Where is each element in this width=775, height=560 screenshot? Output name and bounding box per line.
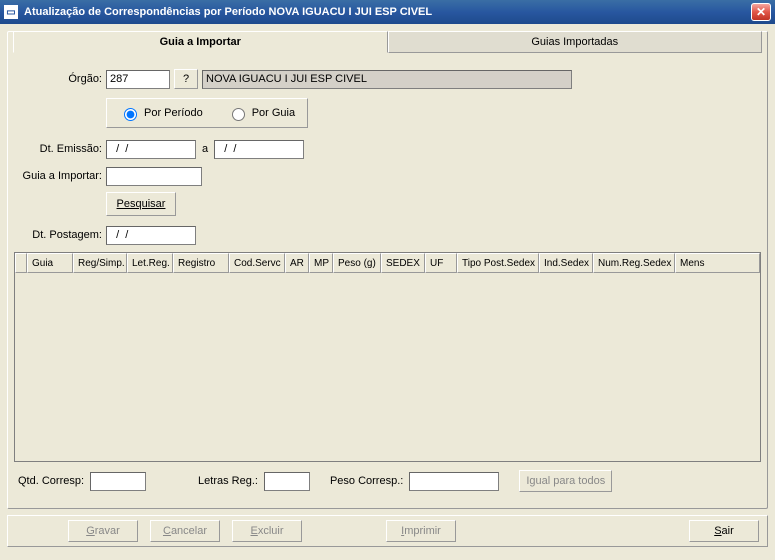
- radio-por-periodo[interactable]: Por Período: [119, 105, 203, 121]
- row-dt-emissao: Dt. Emissão: a: [14, 138, 761, 160]
- row-radio: Por Período Por Guia: [14, 98, 761, 128]
- radio-por-guia[interactable]: Por Guia: [227, 105, 295, 121]
- col-uf[interactable]: UF: [425, 253, 457, 273]
- col-tipo-post-sedex[interactable]: Tipo Post.Sedex: [457, 253, 539, 273]
- col-sedex[interactable]: SEDEX: [381, 253, 425, 273]
- orgao-input[interactable]: [106, 70, 170, 89]
- tab-label: Guias Importadas: [531, 36, 618, 48]
- btn-rest: ancelar: [171, 525, 207, 537]
- orgao-label: Órgão:: [14, 73, 106, 85]
- col-ind-sedex[interactable]: Ind.Sedex: [539, 253, 593, 273]
- cancelar-button: Cancelar: [150, 520, 220, 542]
- grid-row-selector[interactable]: [15, 253, 27, 273]
- tab-guia-importar[interactable]: Guia a Importar: [13, 31, 388, 53]
- peso-corresp-label: Peso Corresp.:: [330, 475, 403, 487]
- col-registro[interactable]: Registro: [173, 253, 229, 273]
- excluir-button: Excluir: [232, 520, 302, 542]
- col-reg-simp[interactable]: Reg/Simp.: [73, 253, 127, 273]
- col-mp[interactable]: MP: [309, 253, 333, 273]
- summary-row: Qtd. Corresp: Letras Reg.: Peso Corresp.…: [14, 470, 761, 492]
- radio-periodo-input[interactable]: [124, 108, 137, 121]
- titlebar: ▭ Atualização de Correspondências por Pe…: [0, 0, 775, 24]
- dt-emissao-label: Dt. Emissão:: [14, 143, 106, 155]
- close-button[interactable]: ✕: [751, 3, 771, 21]
- btn-rest: air: [722, 525, 734, 537]
- row-guia-importar: Guia a Importar:: [14, 165, 761, 187]
- tab-guias-importadas[interactable]: Guias Importadas: [388, 31, 763, 53]
- guia-importar-label: Guia a Importar:: [14, 170, 106, 182]
- dt-emissao-to-input[interactable]: [214, 140, 304, 159]
- qtd-corresp-input[interactable]: [90, 472, 146, 491]
- data-grid[interactable]: Guia Reg/Simp. Let.Reg. Registro Cod.Ser…: [14, 252, 761, 462]
- dt-emissao-from-input[interactable]: [106, 140, 196, 159]
- dt-postagem-input[interactable]: [106, 226, 196, 245]
- button-label: Pesquisar: [117, 198, 166, 210]
- row-orgao: Órgão: ?: [14, 68, 761, 90]
- date-separator: a: [202, 143, 208, 155]
- search-mode-group: Por Período Por Guia: [106, 98, 308, 128]
- btn-rest: ravar: [95, 525, 120, 537]
- dt-postagem-label: Dt. Postagem:: [14, 229, 106, 241]
- col-num-reg-sedex[interactable]: Num.Reg.Sedex: [593, 253, 675, 273]
- guia-importar-input[interactable]: [106, 167, 202, 186]
- pesquisar-button[interactable]: Pesquisar: [106, 192, 176, 216]
- window-body: Guia a Importar Guias Importadas Órgão: …: [0, 24, 775, 560]
- imprimir-button: Imprimir: [386, 520, 456, 542]
- btn-rest: xcluir: [258, 525, 284, 537]
- col-let-reg[interactable]: Let.Reg.: [127, 253, 173, 273]
- peso-corresp-input[interactable]: [409, 472, 499, 491]
- main-panel: Guia a Importar Guias Importadas Órgão: …: [7, 31, 768, 509]
- letras-reg-label: Letras Reg.:: [198, 475, 258, 487]
- letras-reg-input[interactable]: [264, 472, 310, 491]
- tab-row: Guia a Importar Guias Importadas: [13, 31, 762, 53]
- tab-content: Órgão: ? Por Período Por Guia: [14, 60, 761, 492]
- gravar-button: Gravar: [68, 520, 138, 542]
- col-cod-servc[interactable]: Cod.Servc: [229, 253, 285, 273]
- radio-label-text: Por Período: [144, 107, 203, 119]
- grid-header-row: Guia Reg/Simp. Let.Reg. Registro Cod.Ser…: [15, 253, 760, 273]
- row-dt-postagem: Dt. Postagem:: [14, 224, 761, 246]
- col-guia[interactable]: Guia: [27, 253, 73, 273]
- col-peso[interactable]: Peso (g): [333, 253, 381, 273]
- app-icon: ▭: [4, 5, 18, 19]
- qtd-corresp-label: Qtd. Corresp:: [18, 475, 84, 487]
- window-title: Atualização de Correspondências por Perí…: [24, 6, 751, 18]
- radio-guia-input[interactable]: [232, 108, 245, 121]
- btn-rest: mprimir: [404, 525, 441, 537]
- col-ar[interactable]: AR: [285, 253, 309, 273]
- sair-button[interactable]: Sair: [689, 520, 759, 542]
- orgao-help-button[interactable]: ?: [174, 69, 198, 89]
- col-mens[interactable]: Mens: [675, 253, 760, 273]
- row-pesquisar: Pesquisar: [14, 192, 761, 216]
- close-icon: ✕: [756, 5, 766, 19]
- tab-label: Guia a Importar: [160, 36, 241, 48]
- action-bar: Gravar Cancelar Excluir Imprimir Sair: [7, 515, 768, 547]
- igual-para-todos-button: Igual para todos: [519, 470, 612, 492]
- button-label: Igual para todos: [526, 475, 605, 487]
- radio-label-text: Por Guia: [252, 107, 295, 119]
- orgao-desc-field: [202, 70, 572, 89]
